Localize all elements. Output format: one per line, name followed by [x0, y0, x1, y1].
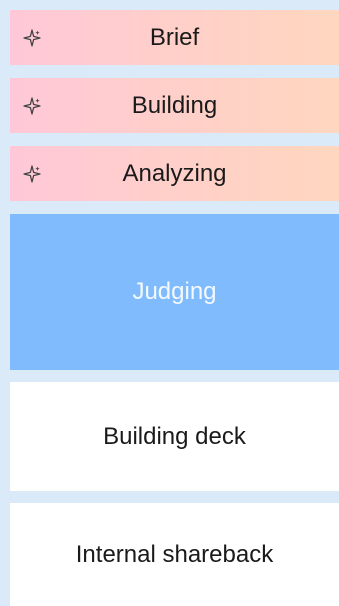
step-label: Judging — [132, 278, 217, 305]
step-internal-shareback[interactable]: Internal shareback — [10, 503, 339, 606]
step-brief[interactable]: Brief — [10, 10, 339, 65]
sparkle-icon — [22, 28, 42, 48]
sparkle-icon — [22, 96, 42, 116]
workflow-steps: Brief Building Analyzing Judging Buildin… — [0, 0, 339, 606]
step-label: Building — [131, 91, 218, 119]
step-building-deck[interactable]: Building deck — [10, 382, 339, 491]
step-label: Internal shareback — [75, 540, 274, 568]
step-label: Brief — [149, 23, 200, 51]
step-building[interactable]: Building — [10, 78, 339, 133]
step-label: Building deck — [103, 422, 246, 450]
step-label: Analyzing — [122, 159, 227, 187]
step-judging[interactable]: Judging — [10, 214, 339, 370]
sparkle-icon — [22, 164, 42, 184]
step-analyzing[interactable]: Analyzing — [10, 146, 339, 201]
